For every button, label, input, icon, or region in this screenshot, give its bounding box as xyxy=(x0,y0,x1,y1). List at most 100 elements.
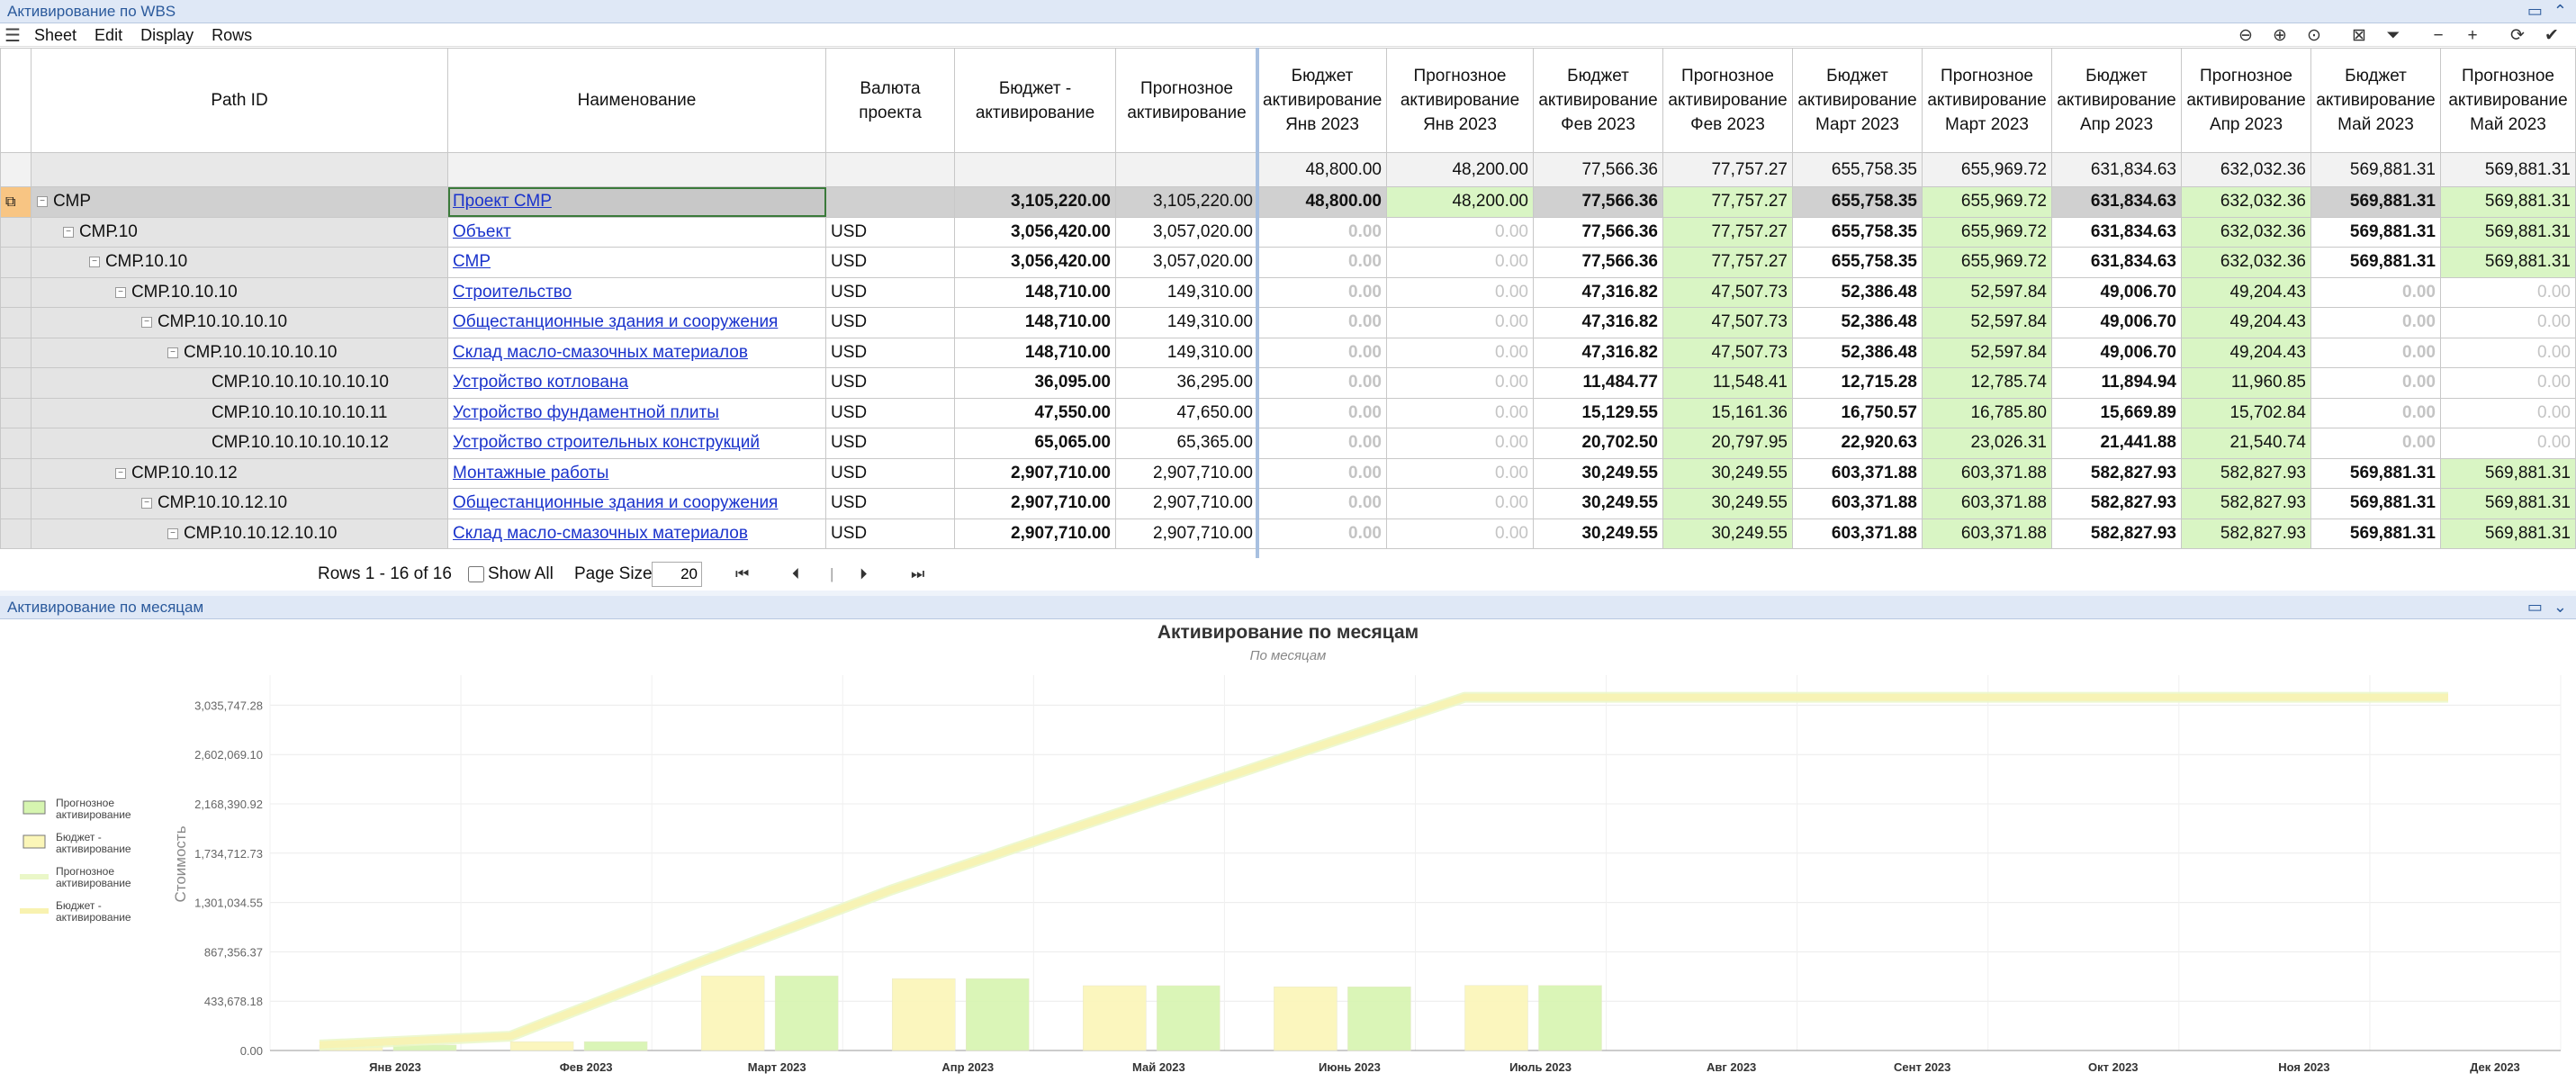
budget-value-cell[interactable]: 582,827.93 xyxy=(2051,457,2182,489)
row-handle[interactable] xyxy=(0,307,32,338)
budget-value-cell[interactable]: 655,758.35 xyxy=(1792,216,1923,248)
forecast-value-cell[interactable]: 2,907,710.00 xyxy=(1115,457,1258,489)
forecast-value-cell[interactable]: 3,057,020.00 xyxy=(1115,216,1258,248)
column-header[interactable]: Бюджет активирование Апр 2023 xyxy=(2051,48,2182,153)
wbs-name-link[interactable]: Устройство фундаментной плиты xyxy=(453,403,719,422)
forecast-value-cell[interactable]: 0.00 xyxy=(1386,428,1534,459)
forecast-value-cell[interactable]: 47,507.73 xyxy=(1662,337,1793,368)
forecast-value-cell[interactable]: 0.00 xyxy=(2440,367,2576,399)
forecast-value-cell[interactable]: 0.00 xyxy=(1386,397,1534,428)
forecast-value-cell[interactable]: 30,249.55 xyxy=(1662,457,1793,489)
forecast-value-cell[interactable]: 655,969.72 xyxy=(1922,247,2052,278)
budget-value-cell[interactable]: 20,702.50 xyxy=(1533,428,1663,459)
wbs-name-link[interactable]: Общестанционные здания и сооружения xyxy=(453,312,778,331)
collapse-toggle-icon[interactable]: − xyxy=(115,286,126,298)
forecast-value-cell[interactable]: 569,881.31 xyxy=(2440,518,2576,549)
budget-value-cell[interactable]: 0.00 xyxy=(2310,276,2441,308)
refresh-icon[interactable]: ⟳ xyxy=(2500,25,2535,46)
prev-page-icon[interactable]: ⏴ xyxy=(792,565,800,583)
budget-value-cell[interactable]: 30,249.55 xyxy=(1533,457,1663,489)
budget-value-cell[interactable]: 15,669.89 xyxy=(2051,397,2182,428)
column-header[interactable]: Прогнозное активирование Фев 2023 xyxy=(1662,48,1793,153)
column-header[interactable]: Бюджет активирование Фев 2023 xyxy=(1533,48,1663,153)
forecast-value-cell[interactable]: 15,161.36 xyxy=(1662,397,1793,428)
budget-value-cell[interactable]: 148,710.00 xyxy=(954,337,1116,368)
budget-value-cell[interactable]: 569,881.31 xyxy=(2310,247,2441,278)
table-row[interactable]: − СМР.10.10.10.10 Общестанционные здания и… xyxy=(0,307,2576,338)
column-header[interactable]: Path ID xyxy=(31,48,448,153)
wbs-name-link[interactable]: Склад масло-смазочных материалов xyxy=(453,343,748,362)
row-detail-icon[interactable]: ⧉ xyxy=(5,194,15,210)
forecast-value-cell[interactable]: 0.00 xyxy=(1386,276,1534,308)
forecast-value-cell[interactable]: 36,295.00 xyxy=(1115,367,1258,399)
forecast-value-cell[interactable]: 77,757.27 xyxy=(1662,186,1793,218)
forecast-value-cell[interactable]: 0.00 xyxy=(1386,488,1534,519)
row-handle[interactable] xyxy=(0,488,32,519)
column-header[interactable]: Бюджет активирование Март 2023 xyxy=(1792,48,1923,153)
table-row[interactable]: СМР.10.10.10.10.10.10 Устройство котлован… xyxy=(0,367,2576,399)
collapse-toggle-icon[interactable]: − xyxy=(63,226,74,238)
budget-value-cell[interactable]: 52,386.48 xyxy=(1792,307,1923,338)
budget-value-cell[interactable]: 49,006.70 xyxy=(2051,276,2182,308)
budget-value-cell[interactable]: 77,566.36 xyxy=(1533,247,1663,278)
budget-value-cell[interactable]: 603,371.88 xyxy=(1792,488,1923,519)
budget-value-cell[interactable]: 47,316.82 xyxy=(1533,337,1663,368)
forecast-value-cell[interactable]: 569,881.31 xyxy=(2440,216,2576,248)
collapse-toggle-icon[interactable]: − xyxy=(141,498,152,509)
hamburger-menu-icon[interactable]: ☰ xyxy=(0,24,25,47)
table-row[interactable]: − СМР.10.10.10.10.10 Склад масло-смазочных… xyxy=(0,337,2576,368)
budget-value-cell[interactable]: 0.00 xyxy=(2310,397,2441,428)
row-handle[interactable] xyxy=(0,367,32,399)
maximize-icon[interactable]: ▭ xyxy=(2527,2,2543,21)
row-handle[interactable] xyxy=(0,397,32,428)
table-row[interactable]: СМР.10.10.10.10.10.11 Устройство фундамен… xyxy=(0,397,2576,428)
budget-value-cell[interactable]: 30,249.55 xyxy=(1533,488,1663,519)
budget-value-cell[interactable]: 603,371.88 xyxy=(1792,518,1923,549)
budget-value-cell[interactable]: 603,371.88 xyxy=(1792,457,1923,489)
forecast-value-cell[interactable]: 52,597.84 xyxy=(1922,307,2052,338)
forecast-value-cell[interactable]: 582,827.93 xyxy=(2181,488,2311,519)
forecast-value-cell[interactable]: 52,597.84 xyxy=(1922,337,2052,368)
budget-value-cell[interactable]: 11,484.77 xyxy=(1533,367,1663,399)
budget-value-cell[interactable]: 2,907,710.00 xyxy=(954,488,1116,519)
budget-value-cell[interactable]: 16,750.57 xyxy=(1792,397,1923,428)
forecast-value-cell[interactable]: 12,785.74 xyxy=(1922,367,2052,399)
expand-icon[interactable]: + xyxy=(2455,26,2490,46)
name-cell[interactable]: Проект СМР xyxy=(447,186,826,218)
collapse-up-icon[interactable]: ⌃ xyxy=(2553,2,2567,21)
budget-value-cell[interactable]: 21,441.88 xyxy=(2051,428,2182,459)
forecast-value-cell[interactable]: 49,204.43 xyxy=(2181,307,2311,338)
wbs-name-link[interactable]: Общестанционные здания и сооружения xyxy=(453,493,778,512)
collapse-toggle-icon[interactable]: − xyxy=(141,317,152,329)
forecast-value-cell[interactable]: 0.00 xyxy=(1386,307,1534,338)
forecast-value-cell[interactable]: 0.00 xyxy=(2440,397,2576,428)
menu-sheet[interactable]: Sheet xyxy=(25,26,86,45)
name-cell[interactable]: Устройство котлована xyxy=(447,367,826,399)
name-cell[interactable]: Склад масло-смазочных материалов xyxy=(447,337,826,368)
forecast-value-cell[interactable]: 149,310.00 xyxy=(1115,337,1258,368)
column-header[interactable]: Бюджет активирование Янв 2023 xyxy=(1257,48,1387,153)
name-cell[interactable]: Общестанционные здания и сооружения xyxy=(447,307,826,338)
forecast-value-cell[interactable]: 3,105,220.00 xyxy=(1115,186,1258,218)
row-handle[interactable]: ⧉ xyxy=(0,186,32,218)
forecast-value-cell[interactable]: 582,827.93 xyxy=(2181,518,2311,549)
budget-value-cell[interactable]: 0.00 xyxy=(2310,307,2441,338)
path-id-cell[interactable]: − СМР.10.10.12.10 xyxy=(31,488,448,519)
budget-value-cell[interactable]: 47,316.82 xyxy=(1533,307,1663,338)
budget-value-cell[interactable]: 2,907,710.00 xyxy=(954,518,1116,549)
forecast-value-cell[interactable]: 632,032.36 xyxy=(2181,216,2311,248)
forecast-value-cell[interactable]: 603,371.88 xyxy=(1922,488,2052,519)
collapse-toggle-icon[interactable]: − xyxy=(115,467,126,479)
column-header[interactable]: Валюта проекта xyxy=(825,48,955,153)
forecast-value-cell[interactable]: 603,371.88 xyxy=(1922,518,2052,549)
table-row[interactable]: − СМР.10.10.12.10 Общестанционные здания и… xyxy=(0,488,2576,519)
path-id-cell[interactable]: − СМР.10 xyxy=(31,216,448,248)
budget-value-cell[interactable]: 0.00 xyxy=(1257,488,1387,519)
name-cell[interactable]: Общестанционные здания и сооружения xyxy=(447,488,826,519)
forecast-value-cell[interactable]: 3,057,020.00 xyxy=(1115,247,1258,278)
budget-value-cell[interactable]: 0.00 xyxy=(1257,337,1387,368)
budget-value-cell[interactable]: 3,105,220.00 xyxy=(954,186,1116,218)
forecast-value-cell[interactable]: 0.00 xyxy=(1386,367,1534,399)
forecast-value-cell[interactable]: 23,026.31 xyxy=(1922,428,2052,459)
name-cell[interactable]: Устройство фундаментной плиты xyxy=(447,397,826,428)
